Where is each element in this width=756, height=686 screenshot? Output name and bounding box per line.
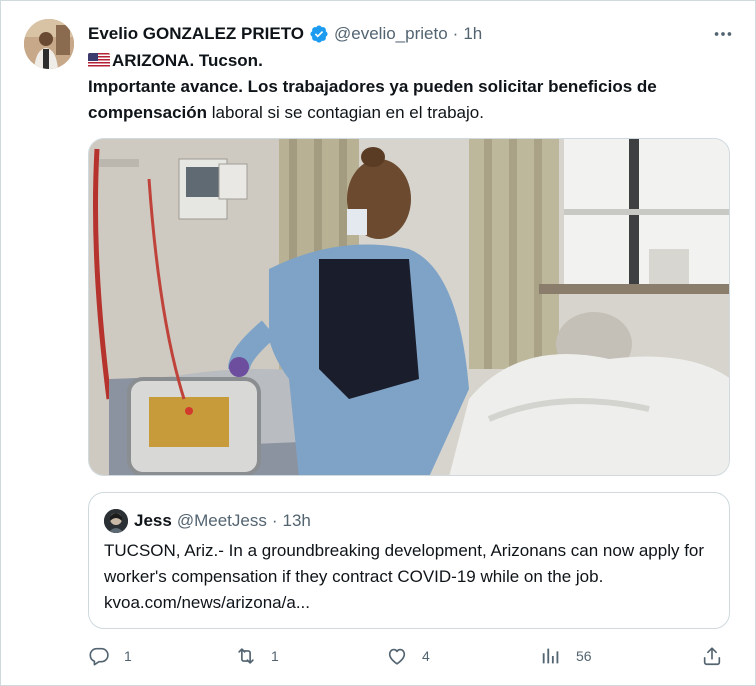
author-name[interactable]: Evelio GONZALEZ PRIETO — [88, 24, 304, 44]
tweet-location: ARIZONA. Tucson. — [112, 51, 263, 70]
tweet-photo[interactable] — [88, 138, 730, 476]
tweet-actions: 1 1 4 56 — [88, 641, 730, 671]
tweet-time[interactable]: 1h — [463, 24, 482, 44]
author-avatar-image — [24, 19, 74, 69]
repost-button[interactable]: 1 — [235, 641, 279, 671]
quoted-author-handle[interactable]: @MeetJess — [177, 511, 267, 531]
separator-dot: · — [452, 24, 459, 43]
views-count: 56 — [576, 648, 592, 664]
tweet-line-1: ARIZONA. Tucson. — [88, 48, 738, 74]
repost-count: 1 — [271, 648, 279, 664]
reply-count: 1 — [124, 648, 132, 664]
quoted-tweet[interactable]: Jess @MeetJess · 13h TUCSON, Ariz.- In a… — [88, 492, 730, 629]
quoted-tweet-header: Jess @MeetJess · 13h — [104, 509, 311, 533]
quoted-tweet-text: TUCSON, Ariz.- In a groundbreaking devel… — [104, 541, 705, 612]
quoted-author-avatar[interactable] — [104, 509, 128, 533]
quoted-author-name[interactable]: Jess — [134, 511, 172, 531]
tweet-header: Evelio GONZALEZ PRIETO @evelio_prieto · … — [88, 21, 735, 47]
verified-badge-icon — [310, 25, 328, 43]
quoted-tweet-time[interactable]: 13h — [283, 511, 311, 531]
tweet-text: ARIZONA. Tucson. Importante avance. Los … — [88, 48, 738, 126]
us-flag-icon — [88, 53, 110, 68]
share-button[interactable] — [701, 641, 737, 671]
tweet-body-regular: laboral si se contagian en el trabajo. — [207, 103, 484, 122]
author-avatar[interactable] — [24, 19, 74, 69]
reply-button[interactable]: 1 — [88, 641, 132, 671]
views-button[interactable]: 56 — [540, 641, 592, 671]
author-handle[interactable]: @evelio_prieto — [334, 24, 448, 44]
more-icon[interactable] — [711, 23, 735, 45]
tweet-body: Importante avance. Los trabajadores ya p… — [88, 74, 738, 126]
like-count: 4 — [422, 648, 430, 664]
like-icon — [388, 648, 406, 665]
quoted-avatar-image — [104, 509, 128, 533]
views-icon — [542, 648, 559, 664]
like-button[interactable]: 4 — [386, 641, 430, 671]
hospital-scene-image — [89, 139, 729, 475]
reply-icon — [89, 647, 109, 666]
share-icon — [703, 647, 721, 666]
repost-icon — [238, 648, 254, 664]
quoted-separator-dot: · — [271, 511, 278, 530]
